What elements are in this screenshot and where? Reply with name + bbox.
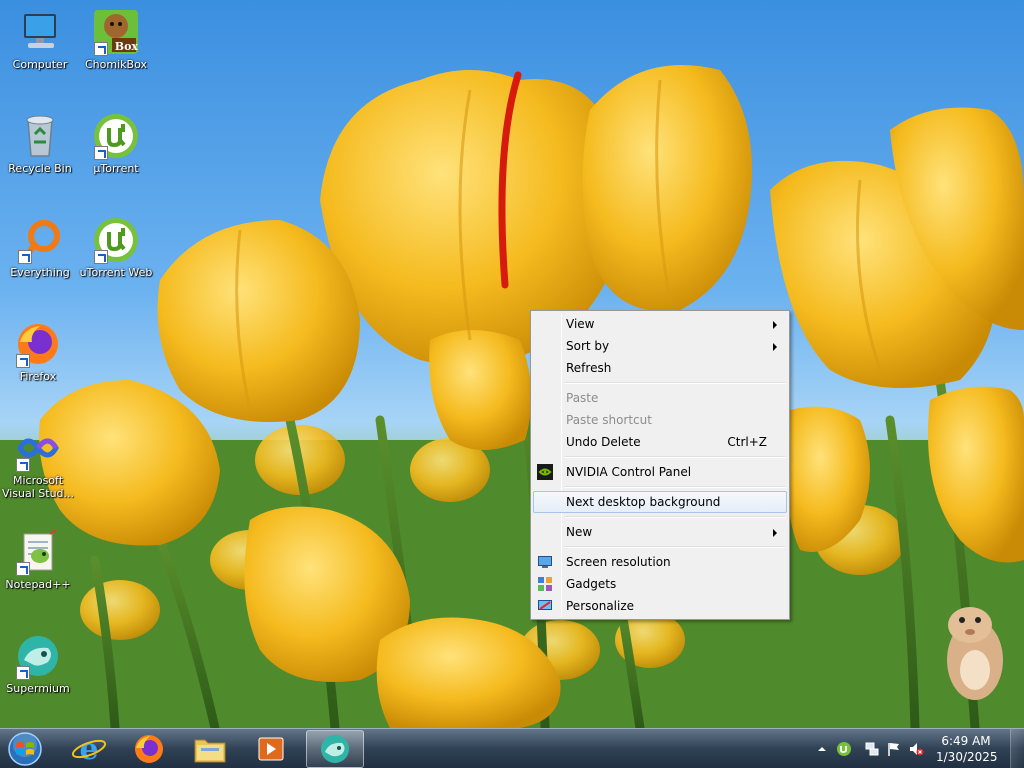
submenu-arrow-icon <box>773 343 777 351</box>
show-hidden-icons[interactable] <box>814 741 830 757</box>
media-player-icon <box>258 737 284 761</box>
chomikbox-badge: Box <box>114 40 138 53</box>
shortcut-arrow-icon <box>16 354 30 368</box>
submenu-arrow-icon <box>773 321 777 329</box>
shortcut-arrow-icon <box>16 562 30 576</box>
windows-orb-icon <box>8 732 42 766</box>
clock-date: 1/30/2025 <box>936 750 998 764</box>
menu-item-label: View <box>566 317 595 331</box>
menu-separator <box>533 483 787 491</box>
taskbar-internet-explorer[interactable]: e <box>60 730 118 768</box>
wallpaper-tulips <box>0 65 1024 728</box>
clock-time: 6:49 AM <box>941 734 991 748</box>
system-tray: 6:49 AM 1/30/2025 <box>814 729 1024 768</box>
desktop-icon-computer[interactable]: Computer <box>2 8 78 71</box>
menu-item-refresh[interactable]: Refresh <box>533 357 787 379</box>
desktop-icon-label: Recycle Bin <box>8 162 72 175</box>
menu-item-screen-resolution[interactable]: Screen resolution <box>533 551 787 573</box>
menu-separator <box>533 453 787 461</box>
desktop[interactable]: Computer Recycle Bin Everything Firefox … <box>0 0 1024 728</box>
taskbar-clock[interactable]: 6:49 AM 1/30/2025 <box>936 733 998 765</box>
desktop-icon-firefox[interactable]: Firefox <box>0 320 76 383</box>
taskbar-supermium[interactable] <box>306 730 364 768</box>
menu-item-label: Paste <box>566 391 599 405</box>
internet-explorer-icon: e <box>71 732 107 767</box>
taskbar-firefox[interactable] <box>120 730 178 768</box>
action-center-flag-icon[interactable] <box>886 741 902 757</box>
menu-item-personalize[interactable]: Personalize <box>533 595 787 617</box>
network-icon[interactable] <box>864 741 880 757</box>
menu-item-label: Gadgets <box>566 577 617 591</box>
computer-icon <box>24 14 56 48</box>
desktop-icon-utorrent-web[interactable]: uTorrent Web <box>78 216 154 279</box>
volume-muted-icon[interactable] <box>908 741 924 757</box>
recycle-bin-icon <box>26 115 54 157</box>
menu-item-next-desktop-background[interactable]: Next desktop background <box>533 491 787 513</box>
menu-item-label: NVIDIA Control Panel <box>566 465 692 479</box>
menu-item-label: Personalize <box>566 599 635 613</box>
gadgets-icon <box>538 577 552 591</box>
menu-item-sort-by[interactable]: Sort by <box>533 335 787 357</box>
desktop-icon-label: Computer <box>12 58 68 71</box>
file-explorer-icon <box>194 739 226 763</box>
menu-item-label: Next desktop background <box>566 495 721 509</box>
desktop-icon-label: uTorrent Web <box>79 266 153 279</box>
menu-item-new[interactable]: New <box>533 521 787 543</box>
firefox-icon <box>135 735 163 763</box>
desktop-icon-visual-studio[interactable]: Microsoft Visual Stud... <box>0 424 76 500</box>
menu-item-label: Sort by <box>566 339 610 353</box>
taskbar: e 6:49 AM 1/30/2025 <box>0 728 1024 768</box>
submenu-arrow-icon <box>773 529 777 537</box>
menu-item-gadgets[interactable]: Gadgets <box>533 573 787 595</box>
menu-item-paste-shortcut[interactable]: Paste shortcut <box>533 409 787 431</box>
taskbar-media-player[interactable] <box>242 730 300 768</box>
svg-text:e: e <box>79 732 98 767</box>
menu-item-label: Paste shortcut <box>566 413 652 427</box>
desktop-icon-label: Firefox <box>19 370 57 383</box>
personalize-icon <box>538 600 552 610</box>
menu-item-paste[interactable]: Paste <box>533 387 787 409</box>
screen-resolution-icon <box>538 556 552 568</box>
menu-item-view[interactable]: View <box>533 313 787 335</box>
menu-item-label: New <box>566 525 593 539</box>
shortcut-arrow-icon <box>18 250 32 264</box>
menu-separator <box>533 379 787 387</box>
shortcut-arrow-icon <box>94 250 108 264</box>
menu-item-nvidia-control-panel[interactable]: NVIDIA Control Panel <box>533 461 787 483</box>
nvidia-icon <box>537 464 553 480</box>
menu-separator <box>533 513 787 521</box>
utorrent-tray-icon[interactable] <box>836 741 852 757</box>
shortcut-arrow-icon <box>16 666 30 680</box>
menu-item-label: Refresh <box>566 361 612 375</box>
desktop-icon-label: Microsoft Visual Stud... <box>1 474 75 500</box>
taskbar-file-explorer[interactable] <box>181 730 239 768</box>
desktop-icon-label: Supermium <box>6 682 70 695</box>
shortcut-arrow-icon <box>94 146 108 160</box>
menu-item-undo-delete[interactable]: Undo Delete Ctrl+Z <box>533 431 787 453</box>
shortcut-arrow-icon <box>94 42 108 56</box>
desktop-icon-recycle-bin[interactable]: Recycle Bin <box>2 112 78 175</box>
menu-item-label: Screen resolution <box>566 555 671 569</box>
desktop-icon-everything[interactable]: Everything <box>2 216 78 279</box>
desktop-icon-utorrent[interactable]: µTorrent <box>78 112 154 175</box>
desktop-context-menu: View Sort by Refresh Paste Paste shortcu… <box>530 310 790 620</box>
desktop-icon-label: Notepad++ <box>5 578 71 591</box>
menu-separator <box>533 543 787 551</box>
supermium-icon <box>321 735 349 763</box>
desktop-icon-label: Everything <box>10 266 70 279</box>
desktop-icon-label: ChomikBox <box>85 58 147 71</box>
desktop-icon-supermium[interactable]: Supermium <box>0 632 76 695</box>
desktop-icon-notepadpp[interactable]: Notepad++ <box>0 528 76 591</box>
desktop-icon-label: µTorrent <box>93 162 139 175</box>
shortcut-arrow-icon <box>16 458 30 472</box>
menu-item-shortcut: Ctrl+Z <box>727 435 767 449</box>
menu-item-label: Undo Delete <box>566 435 641 449</box>
show-desktop-button[interactable] <box>1010 729 1024 768</box>
desktop-icon-chomikbox[interactable]: Box ChomikBox <box>78 8 154 71</box>
start-button[interactable] <box>5 731 45 767</box>
